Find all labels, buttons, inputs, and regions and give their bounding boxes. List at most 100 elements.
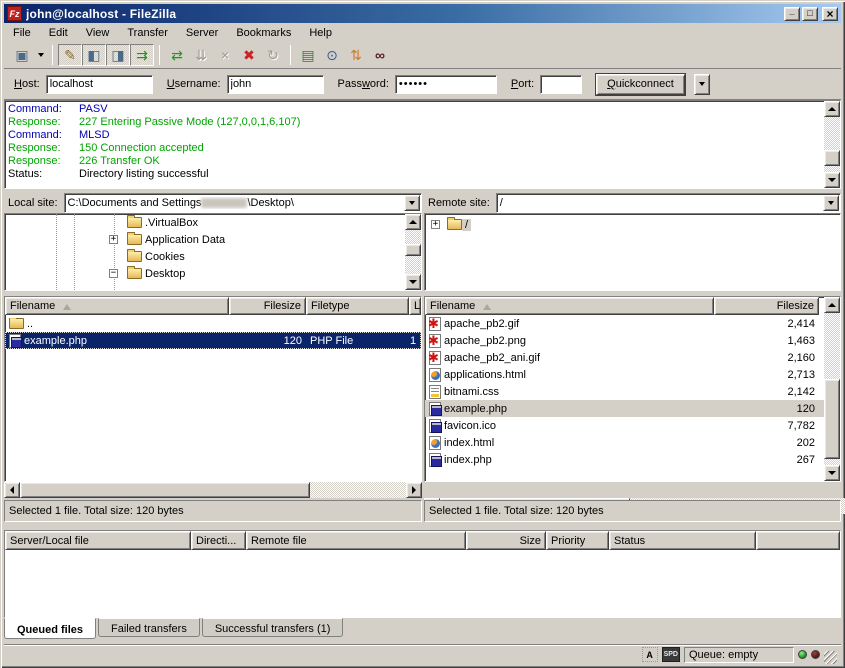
password-input[interactable] bbox=[395, 75, 497, 94]
tree-item-desktop[interactable]: − Desktop bbox=[5, 265, 421, 282]
log-vertical-scrollbar[interactable] bbox=[824, 101, 840, 188]
cancel-operation-button[interactable]: × bbox=[213, 44, 237, 66]
scroll-down-button[interactable] bbox=[824, 465, 840, 481]
column-header-filesize[interactable]: Filesize bbox=[229, 297, 306, 315]
scrollbar-thumb[interactable] bbox=[824, 150, 840, 166]
scroll-right-button[interactable] bbox=[406, 482, 422, 498]
tree-item-root[interactable]: + / bbox=[425, 216, 840, 233]
folder-icon bbox=[127, 234, 142, 245]
column-header-server-local-file[interactable]: Server/Local file bbox=[5, 531, 191, 550]
file-row[interactable]: favicon.ico 7,782 bbox=[425, 417, 840, 434]
speed-limits-indicator[interactable]: SPD bbox=[662, 647, 680, 662]
minimize-button[interactable]: _ bbox=[784, 7, 800, 21]
directory-comparison-button[interactable]: ⊙ bbox=[320, 44, 344, 66]
remote-site-combo[interactable]: / bbox=[496, 193, 841, 213]
expand-plus-icon[interactable]: + bbox=[109, 235, 118, 244]
local-list-horizontal-scrollbar[interactable] bbox=[4, 482, 422, 498]
local-site-dropdown[interactable] bbox=[404, 195, 420, 211]
site-manager-icon: ▣ bbox=[15, 47, 28, 64]
menu-bookmarks[interactable]: Bookmarks bbox=[227, 25, 300, 41]
toggle-remote-tree-button[interactable]: ◨ bbox=[106, 44, 130, 66]
column-header-direction[interactable]: Directi... bbox=[191, 531, 246, 550]
synchronized-browsing-icon: ⇅ bbox=[350, 47, 362, 64]
local-site-combo[interactable]: C:\Documents and Settings\Desktop\ bbox=[64, 193, 422, 213]
scroll-up-button[interactable] bbox=[824, 101, 840, 117]
username-input[interactable] bbox=[227, 75, 324, 94]
scrollbar-thumb[interactable] bbox=[20, 482, 310, 498]
file-row[interactable]: index.html 202 bbox=[425, 434, 840, 451]
file-size: 7,782 bbox=[714, 420, 819, 432]
file-row[interactable]: applications.html 2,713 bbox=[425, 366, 840, 383]
column-header-filetype[interactable]: Filetype bbox=[306, 297, 409, 315]
column-header-modified[interactable]: L bbox=[409, 297, 421, 315]
column-header-filename[interactable]: Filename bbox=[5, 297, 229, 315]
filter-button[interactable]: ▤ bbox=[296, 44, 320, 66]
scroll-left-button[interactable] bbox=[4, 482, 20, 498]
file-row[interactable]: apache_pb2.png 1,463 bbox=[425, 332, 840, 349]
tab-failed-transfers[interactable]: Failed transfers bbox=[98, 618, 200, 637]
close-button[interactable]: × bbox=[822, 7, 838, 21]
column-header-filesize[interactable]: Filesize bbox=[714, 297, 819, 315]
refresh-button[interactable]: ⇄ bbox=[165, 44, 189, 66]
expand-plus-icon[interactable]: + bbox=[431, 220, 440, 229]
scroll-up-button[interactable] bbox=[824, 297, 840, 313]
site-manager-dropdown[interactable] bbox=[34, 44, 47, 66]
host-label: Host: bbox=[14, 78, 40, 90]
column-header-size[interactable]: Size bbox=[466, 531, 546, 550]
resize-grip[interactable] bbox=[824, 651, 837, 664]
port-input[interactable] bbox=[540, 75, 582, 94]
refresh-icon: ⇄ bbox=[171, 47, 183, 64]
menu-server[interactable]: Server bbox=[177, 25, 227, 41]
file-row-example-php[interactable]: example.php 120 bbox=[425, 400, 840, 417]
tab-successful-transfers[interactable]: Successful transfers (1) bbox=[202, 618, 344, 637]
file-row[interactable]: apache_pb2_ani.gif 2,160 bbox=[425, 349, 840, 366]
menu-help[interactable]: Help bbox=[300, 25, 341, 41]
file-row-parent-dir[interactable]: .. bbox=[5, 315, 421, 332]
collapse-minus-icon[interactable]: − bbox=[109, 269, 118, 278]
toggle-transfer-queue-button[interactable]: ⇉ bbox=[130, 44, 154, 66]
remote-list-vertical-scrollbar[interactable] bbox=[824, 297, 840, 481]
arrow-up-icon bbox=[409, 216, 417, 224]
column-header-filename[interactable]: Filename bbox=[425, 297, 714, 315]
scroll-down-button[interactable] bbox=[405, 274, 421, 290]
menu-edit[interactable]: Edit bbox=[40, 25, 77, 41]
file-row-example-php[interactable]: example.php 120 PHP File 1 bbox=[5, 332, 421, 349]
column-header-remote-file[interactable]: Remote file bbox=[246, 531, 466, 550]
process-queue-button[interactable]: ⇊ bbox=[189, 44, 213, 66]
find-files-button[interactable]: ∞ bbox=[368, 44, 392, 66]
toggle-local-tree-button[interactable]: ◧ bbox=[82, 44, 106, 66]
host-input[interactable] bbox=[46, 75, 153, 94]
file-row[interactable]: index.php 267 bbox=[425, 451, 840, 468]
file-row[interactable]: apache_pb2.gif 2,414 bbox=[425, 315, 840, 332]
maximize-button[interactable]: □ bbox=[802, 7, 818, 21]
scroll-up-button[interactable] bbox=[405, 214, 421, 230]
toggle-message-log-button[interactable]: ✎ bbox=[58, 44, 82, 66]
scroll-down-button[interactable] bbox=[824, 172, 840, 188]
scrollbar-thumb[interactable] bbox=[405, 244, 421, 256]
menu-file[interactable]: File bbox=[4, 25, 40, 41]
reconnect-button[interactable]: ↻ bbox=[261, 44, 285, 66]
disconnect-icon: ✖ bbox=[243, 47, 255, 64]
log-line-text: 226 Transfer OK bbox=[79, 155, 160, 168]
quickconnect-button[interactable]: Quickconnect bbox=[596, 74, 685, 95]
ascii-data-type-indicator[interactable]: A bbox=[642, 647, 658, 662]
tree-item-virtualbox[interactable]: .VirtualBox bbox=[5, 214, 421, 231]
tree-item-cookies[interactable]: Cookies bbox=[5, 248, 421, 265]
html-file-icon bbox=[429, 436, 441, 450]
log-line-label: Response: bbox=[5, 142, 79, 155]
quickconnect-dropdown[interactable] bbox=[694, 74, 710, 95]
column-header-priority[interactable]: Priority bbox=[546, 531, 609, 550]
tab-queued-files[interactable]: Queued files bbox=[4, 618, 96, 639]
synchronized-browsing-button[interactable]: ⇅ bbox=[344, 44, 368, 66]
css-file-icon bbox=[429, 385, 441, 399]
disconnect-button[interactable]: ✖ bbox=[237, 44, 261, 66]
menu-view[interactable]: View bbox=[77, 25, 119, 41]
site-manager-button[interactable]: ▣ bbox=[10, 44, 34, 66]
file-row[interactable]: bitnami.css 2,142 bbox=[425, 383, 840, 400]
tree-item-application-data[interactable]: + Application Data bbox=[5, 231, 421, 248]
local-tree-vertical-scrollbar[interactable] bbox=[405, 214, 421, 290]
menu-transfer[interactable]: Transfer bbox=[118, 25, 177, 41]
remote-site-dropdown[interactable] bbox=[823, 195, 839, 211]
scrollbar-thumb[interactable] bbox=[824, 379, 840, 459]
column-header-status[interactable]: Status bbox=[609, 531, 756, 550]
